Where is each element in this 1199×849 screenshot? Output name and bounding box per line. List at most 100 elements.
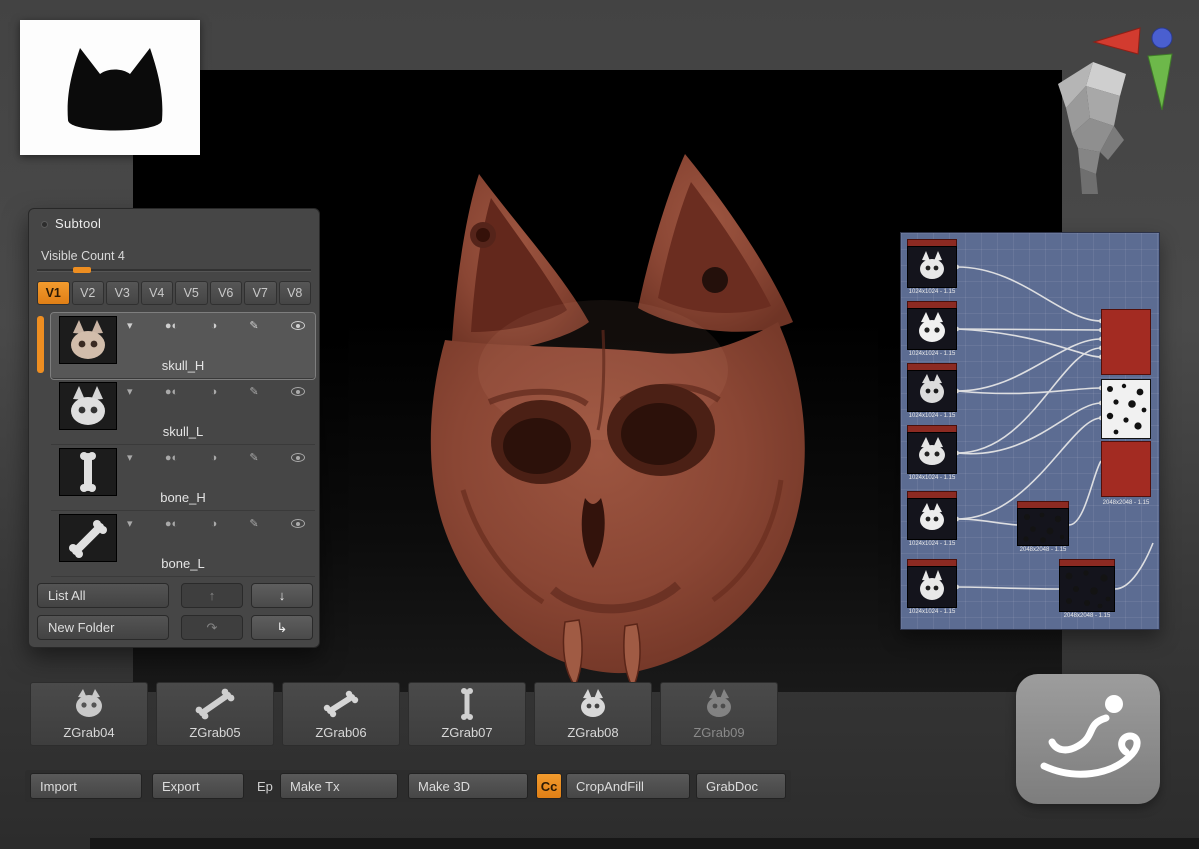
move-up-button[interactable]: ↑ — [181, 583, 243, 608]
zgrab-thumbnail — [157, 685, 273, 723]
node-title-bar — [907, 301, 957, 308]
tab-v6[interactable]: V6 — [209, 281, 242, 305]
subtool-thumbnail — [59, 316, 117, 364]
source-node[interactable]: 1024x1024 - 1.15 — [907, 363, 957, 420]
export-button[interactable]: Export — [152, 773, 244, 799]
collapse-icon[interactable]: ▾ — [127, 451, 133, 464]
subtool-item-bone-h[interactable]: ▾ ●◐ ◑ ✎ bone_H — [51, 445, 315, 511]
import-button[interactable]: Import — [30, 773, 142, 799]
make-3d-button[interactable]: Make 3D — [408, 773, 528, 799]
tab-v7[interactable]: V7 — [244, 281, 277, 305]
subtool-item-skull-l[interactable]: ▾ ●◐ ◑ ✎ skull_L — [51, 379, 315, 445]
tab-v3[interactable]: V3 — [106, 281, 139, 305]
paint-icon[interactable]: ✎ — [249, 451, 258, 464]
zgrab-label: ZGrab08 — [567, 725, 619, 740]
polypaint-toggle-icon[interactable]: ●◐ — [165, 452, 178, 464]
paint-icon[interactable]: ✎ — [249, 385, 258, 398]
uv-toggle-icon[interactable]: ◑ — [210, 320, 217, 332]
alpha-preview-thumbnail[interactable] — [20, 20, 200, 155]
z-axis-sphere-icon — [1151, 27, 1173, 49]
zgrab-item-disabled[interactable]: ZGrab09 — [660, 682, 778, 746]
node-graph-panel[interactable]: 1024x1024 - 1.15 1024x1024 - 1.15 1024x1… — [900, 232, 1160, 630]
node-caption: 1024x1024 - 1.15 — [908, 289, 956, 295]
polymesh-head-preview — [1058, 62, 1126, 194]
make-tx-button[interactable]: Make Tx — [280, 773, 398, 799]
visibility-eye-icon[interactable] — [290, 387, 305, 396]
zgrab-item[interactable]: ZGrab06 — [282, 682, 400, 746]
visibility-eye-icon[interactable] — [290, 453, 305, 462]
polypaint-toggle-icon[interactable]: ●◐ — [165, 320, 178, 332]
tab-v2[interactable]: V2 — [71, 281, 104, 305]
subtool-name: skull_L — [162, 424, 204, 439]
zgrab-thumbnail — [661, 685, 777, 723]
duplicate-button[interactable]: ↷ — [181, 615, 243, 640]
list-all-button[interactable]: List All — [37, 583, 169, 608]
source-node[interactable]: 1024x1024 - 1.15 — [907, 239, 957, 296]
subtool-name: bone_H — [160, 490, 206, 505]
node-title-bar — [907, 425, 957, 432]
tab-v1[interactable]: V1 — [37, 281, 70, 305]
tab-v8[interactable]: V8 — [278, 281, 311, 305]
source-node[interactable]: 1024x1024 - 1.15 — [907, 491, 957, 548]
tab-v4[interactable]: V4 — [140, 281, 173, 305]
zgrab-label: ZGrab05 — [189, 725, 241, 740]
spots-node-large[interactable]: 2048x2048 - 1.15 — [1059, 559, 1115, 620]
subtool-thumbnail — [59, 514, 117, 562]
collapse-icon[interactable]: ▾ — [127, 319, 133, 332]
subtool-name: bone_L — [161, 556, 205, 571]
subtool-name: skull_H — [161, 358, 205, 373]
subtool-panel-title: Subtool — [55, 216, 102, 231]
zbrush-logo-button[interactable] — [1016, 674, 1160, 804]
node-caption: 1024x1024 - 1.15 — [908, 541, 956, 547]
ep-label[interactable]: Ep — [257, 779, 273, 794]
polypaint-toggle-icon[interactable]: ●◐ — [165, 386, 178, 398]
uv-toggle-icon[interactable]: ◑ — [210, 518, 217, 530]
new-folder-button[interactable]: New Folder — [37, 615, 169, 640]
visible-count-slider-handle[interactable] — [73, 267, 91, 273]
merge-node-red[interactable] — [1101, 309, 1151, 375]
visibility-eye-icon[interactable] — [290, 519, 305, 528]
node-title-bar — [907, 363, 957, 370]
zgrab-item[interactable]: ZGrab07 — [408, 682, 526, 746]
cc-toggle-button[interactable]: Cc — [536, 773, 562, 799]
node-caption: 1024x1024 - 1.15 — [908, 413, 956, 419]
uv-toggle-icon[interactable]: ◑ — [210, 386, 217, 398]
zgrab-label: ZGrab06 — [315, 725, 367, 740]
crop-and-fill-button[interactable]: CropAndFill — [566, 773, 690, 799]
subtool-item-skull-h[interactable]: ▾ ●◐ ◑ ✎ skull_H — [50, 312, 316, 380]
source-node[interactable]: 1024x1024 - 1.15 — [907, 425, 957, 482]
polypaint-toggle-icon[interactable]: ●◐ — [165, 518, 178, 530]
append-button[interactable]: ↳ — [251, 615, 313, 640]
source-node[interactable]: 1024x1024 - 1.15 — [907, 301, 957, 358]
source-node[interactable]: 1024x1024 - 1.15 — [907, 559, 957, 616]
spots-node[interactable]: 2048x2048 - 1.15 — [1017, 501, 1069, 554]
tab-v5[interactable]: V5 — [175, 281, 208, 305]
zgrab-item[interactable]: ZGrab04 — [30, 682, 148, 746]
panel-menu-icon[interactable] — [41, 221, 48, 228]
subtool-toggle-icons: ▾ ●◐ ◑ ✎ — [127, 451, 305, 464]
paint-icon[interactable]: ✎ — [249, 517, 258, 530]
zgrab-item[interactable]: ZGrab05 — [156, 682, 274, 746]
visibility-eye-icon[interactable] — [290, 321, 305, 330]
subtool-item-bone-l[interactable]: ▾ ●◐ ◑ ✎ bone_L — [51, 511, 315, 577]
uv-toggle-icon[interactable]: ◑ — [210, 452, 217, 464]
subtool-toggle-icons: ▾ ●◐ ◑ ✎ — [127, 385, 305, 398]
subtool-scroll-indicator[interactable] — [37, 316, 44, 373]
output-node-red[interactable] — [1101, 441, 1151, 497]
zgrab-thumbnail — [31, 685, 147, 723]
zgrab-thumbnail — [409, 685, 525, 723]
grab-doc-button[interactable]: GrabDoc — [696, 773, 786, 799]
subtool-toggle-icons: ▾ ●◐ ◑ ✎ — [127, 517, 305, 530]
collapse-icon[interactable]: ▾ — [127, 385, 133, 398]
node-caption: 1024x1024 - 1.15 — [908, 475, 956, 481]
cat-head-silhouette-icon — [67, 48, 163, 131]
zgrab-label: ZGrab04 — [63, 725, 115, 740]
x-axis-arrow-icon — [1092, 27, 1141, 55]
zbrush-window: Subtool Visible Count 4 V1 V2 V3 V4 V5 V… — [0, 0, 1199, 849]
collapse-icon[interactable]: ▾ — [127, 517, 133, 530]
paint-icon[interactable]: ✎ — [249, 319, 258, 332]
move-down-button[interactable]: ↓ — [251, 583, 313, 608]
noise-preview-node[interactable] — [1101, 379, 1151, 439]
node-title-bar — [1059, 559, 1115, 566]
zgrab-item[interactable]: ZGrab08 — [534, 682, 652, 746]
